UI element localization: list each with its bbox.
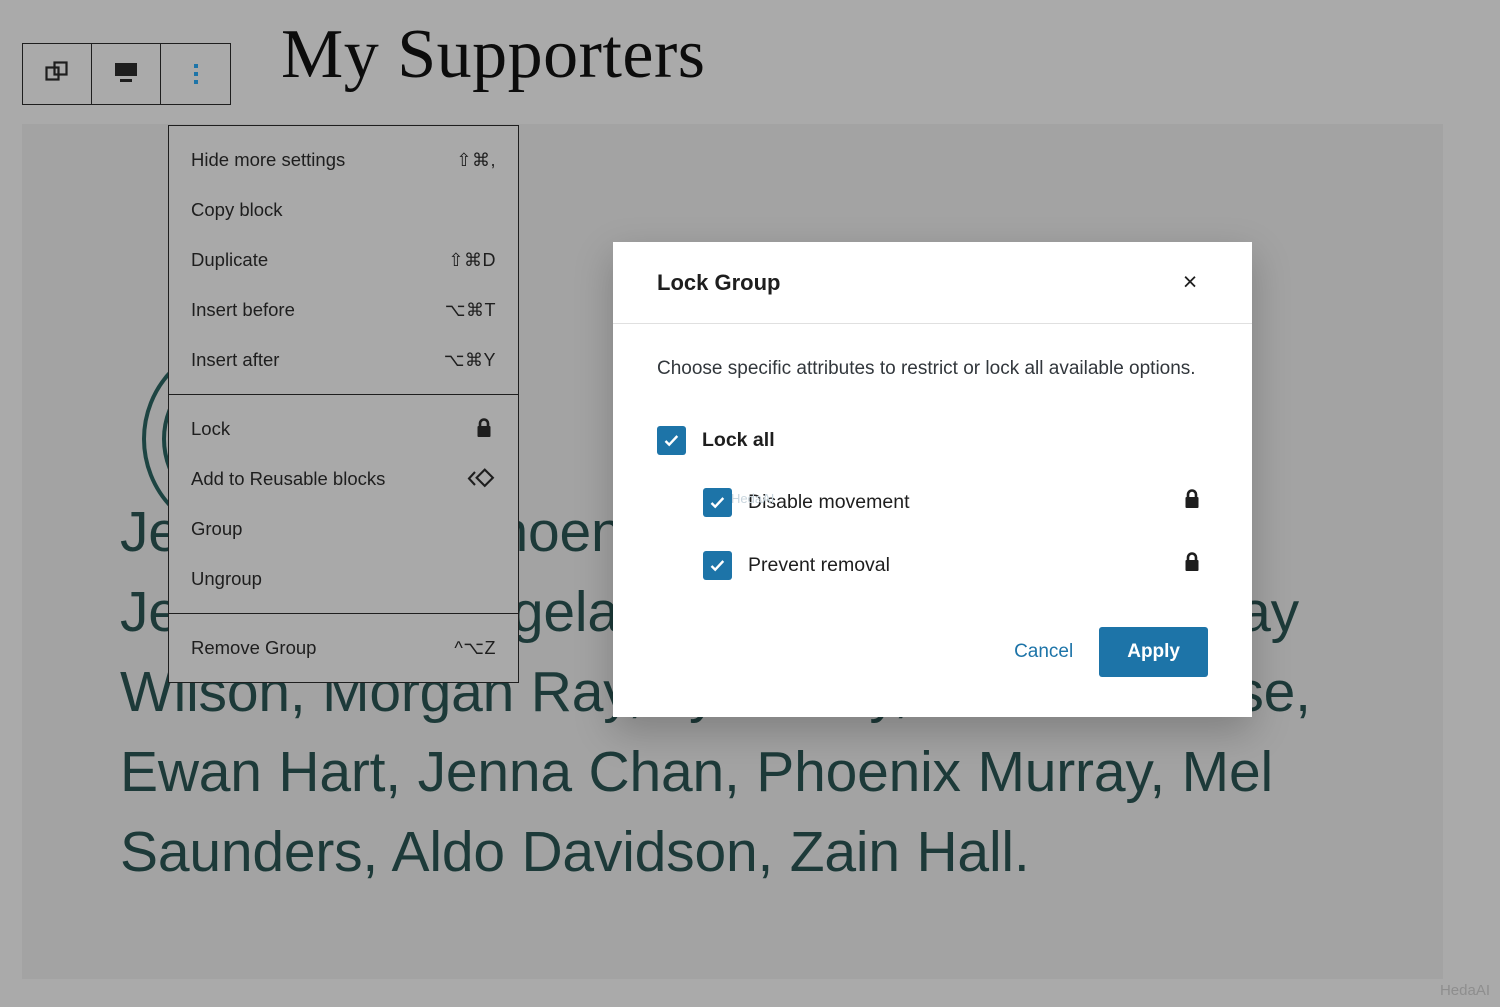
menu-item-lock[interactable]: Lock	[169, 404, 518, 454]
group-icon	[44, 59, 70, 90]
menu-item-shortcut: ⇧⌘D	[448, 249, 496, 270]
dialog-description: Choose specific attributes to restrict o…	[657, 358, 1196, 379]
menu-item-remove-group[interactable]: Remove Group ^⌥Z	[169, 623, 518, 673]
option-row-prevent-removal: Prevent removal	[703, 550, 1208, 581]
menu-item-label: Insert before	[191, 299, 295, 320]
option-label-disable-movement: Disable movement	[748, 491, 910, 513]
group-button[interactable]	[23, 44, 92, 104]
menu-item-label: Group	[191, 518, 243, 539]
menu-item-duplicate[interactable]: Duplicate ⇧⌘D	[169, 235, 518, 285]
menu-item-label: Ungroup	[191, 568, 262, 589]
block-options-menu: Hide more settings ⇧⌘, Copy block Duplic…	[168, 125, 519, 683]
menu-item-label: Copy block	[191, 199, 283, 220]
menu-item-shortcut: ⌥⌘T	[444, 299, 496, 320]
option-label-lock-all: Lock all	[702, 429, 775, 451]
menu-item-label: Lock	[191, 418, 231, 439]
menu-item-group[interactable]: Group	[169, 504, 518, 554]
more-options-button[interactable]	[161, 44, 230, 104]
watermark-inline: HedaAI	[731, 491, 775, 506]
cancel-button[interactable]: Cancel	[1010, 633, 1077, 671]
dialog-title: Lock Group	[657, 269, 781, 295]
menu-item-hide-more-settings[interactable]: Hide more settings ⇧⌘,	[169, 135, 518, 185]
close-icon[interactable]: ×	[1172, 265, 1208, 301]
option-label-prevent-removal: Prevent removal	[748, 554, 890, 576]
menu-item-insert-before[interactable]: Insert before ⌥⌘T	[169, 285, 518, 335]
checkbox-disable-movement[interactable]	[703, 488, 732, 517]
menu-item-ungroup[interactable]: Ungroup	[169, 554, 518, 604]
apply-button[interactable]: Apply	[1099, 627, 1208, 677]
page-title: My Supporters	[281, 16, 706, 93]
lock-icon	[472, 416, 496, 442]
option-row-disable-movement: Disable movement	[703, 487, 1208, 518]
lock-group-dialog: Lock Group × Choose specific attributes …	[613, 242, 1252, 717]
block-align-icon	[112, 59, 140, 90]
dialog-body: Choose specific attributes to restrict o…	[613, 324, 1252, 581]
more-options-icon	[193, 64, 198, 84]
lock-icon	[1180, 487, 1204, 518]
option-row-lock-all: Lock all	[657, 426, 1208, 455]
menu-item-shortcut: ^⌥Z	[454, 637, 496, 658]
block-align-button[interactable]	[92, 44, 161, 104]
menu-section-settings: Hide more settings ⇧⌘, Copy block Duplic…	[169, 126, 518, 394]
dialog-header: Lock Group ×	[613, 242, 1252, 324]
dialog-actions: Cancel Apply	[613, 613, 1252, 717]
checkbox-prevent-removal[interactable]	[703, 551, 732, 580]
menu-item-label: Add to Reusable blocks	[191, 468, 386, 489]
menu-item-label: Insert after	[191, 349, 280, 370]
lock-icon	[1180, 550, 1204, 581]
menu-item-shortcut: ⇧⌘,	[456, 149, 496, 170]
checkbox-lock-all[interactable]	[657, 426, 686, 455]
menu-item-label: Hide more settings	[191, 149, 346, 170]
menu-item-shortcut: ⌥⌘Y	[443, 349, 496, 370]
block-toolbar	[22, 43, 231, 105]
menu-item-copy-block[interactable]: Copy block	[169, 185, 518, 235]
reusable-block-icon	[464, 466, 496, 492]
menu-section-remove: Remove Group ^⌥Z	[169, 613, 518, 682]
menu-section-block-actions: Lock Add to Reusable blocks Group Ungrou…	[169, 394, 518, 613]
menu-item-label: Remove Group	[191, 637, 317, 658]
watermark-corner: HedaAI	[1439, 982, 1490, 999]
menu-item-label: Duplicate	[191, 249, 269, 270]
menu-item-add-to-reusable-blocks[interactable]: Add to Reusable blocks	[169, 454, 518, 504]
menu-item-insert-after[interactable]: Insert after ⌥⌘Y	[169, 335, 518, 385]
